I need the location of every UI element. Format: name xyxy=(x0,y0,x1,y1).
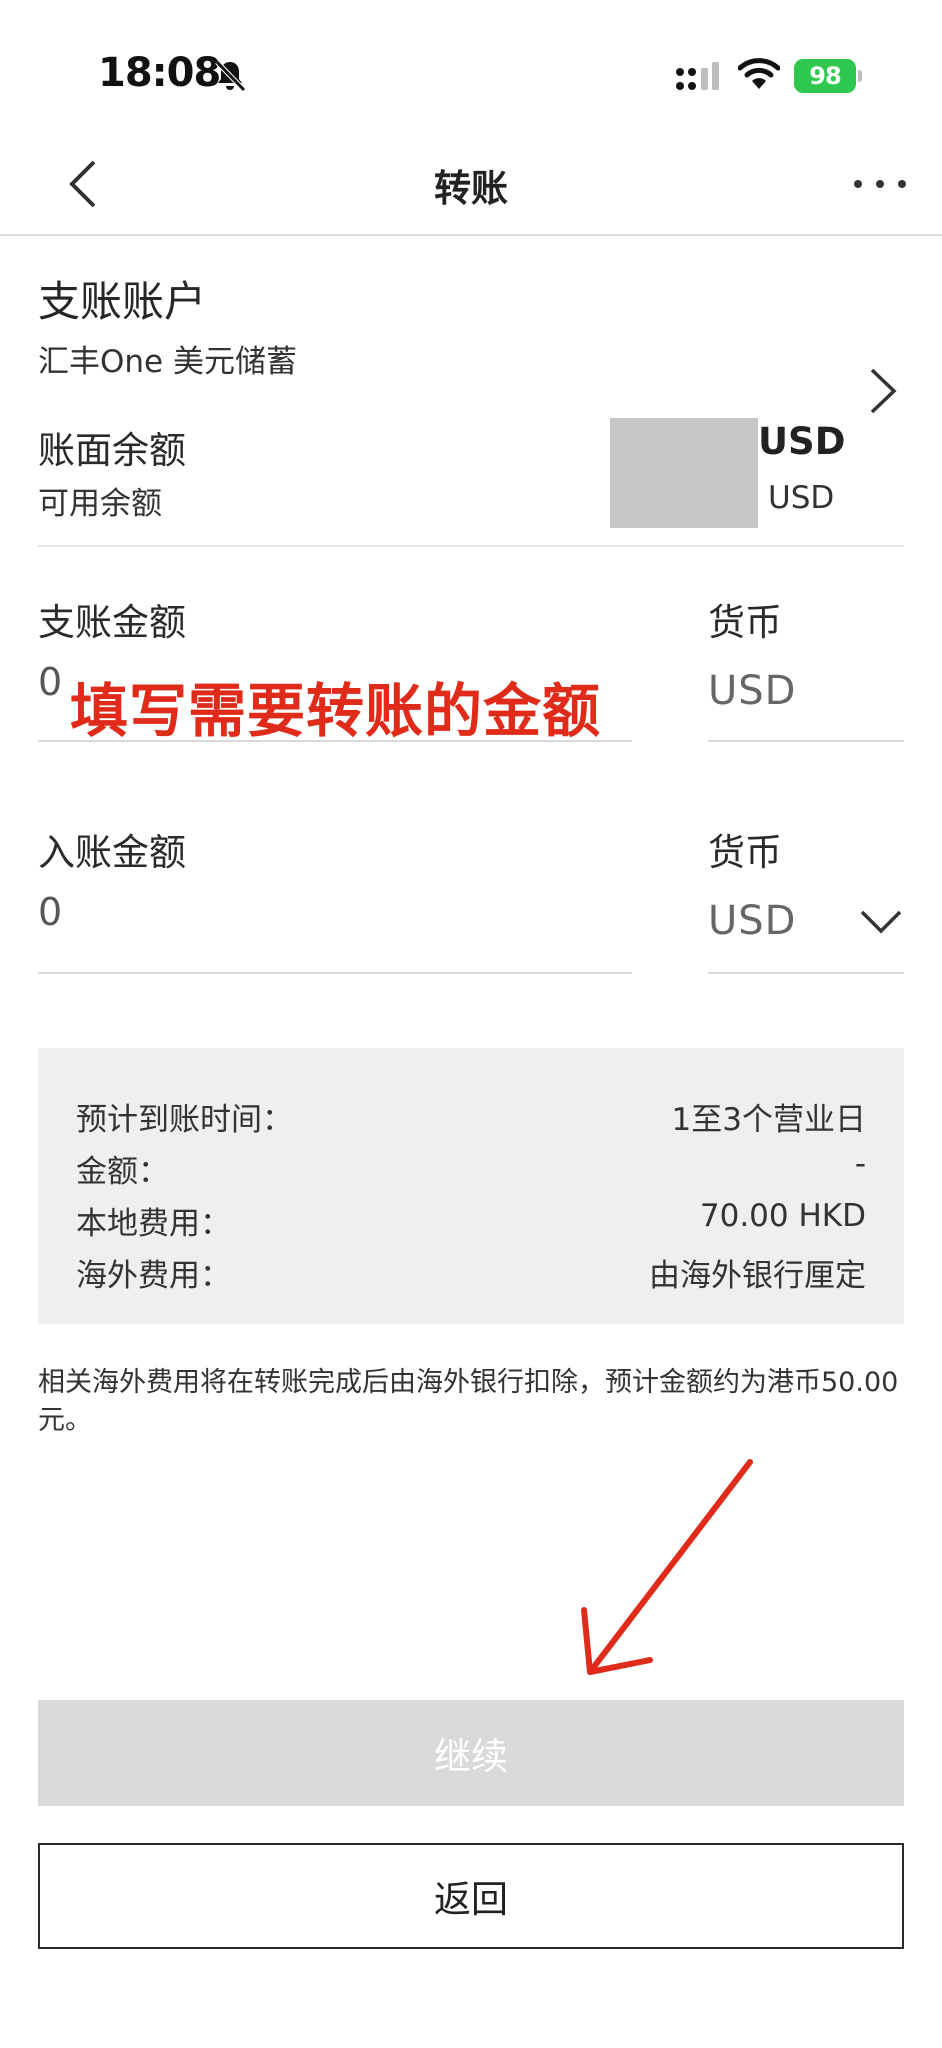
battery-tip xyxy=(858,70,862,82)
header-divider xyxy=(0,234,942,236)
credit-currency-select[interactable]: USD xyxy=(708,898,796,944)
credit-currency-label: 货币 xyxy=(708,831,782,874)
available-balance-label: 可用余额 xyxy=(38,486,162,522)
summary-value-overseas-fee: 由海外银行厘定 xyxy=(649,1258,866,1294)
summary-label-local-fee: 本地费用： xyxy=(76,1206,231,1242)
bell-muted-icon xyxy=(215,60,246,92)
debit-account-name[interactable]: 汇丰One 美元储蓄 xyxy=(38,336,297,381)
debit-amount-label: 支账金额 xyxy=(38,601,186,644)
cellular-signal-icon xyxy=(676,62,719,90)
debit-account-title: 支账账户 xyxy=(38,277,207,326)
debit-currency-value: USD xyxy=(708,668,797,714)
annotation-text: 填写需要转账的金额 xyxy=(70,677,602,745)
chevron-right-icon[interactable] xyxy=(862,364,902,418)
fee-note: 相关海外费用将在转账完成后由海外银行扣除，预计金额约为港币50.00元。 xyxy=(38,1367,899,1436)
credit-amount-underline xyxy=(38,972,632,974)
credit-currency-underline xyxy=(708,972,904,974)
summary-value-arrival: 1至3个营业日 xyxy=(671,1102,866,1138)
status-time: 18:08 xyxy=(98,50,221,96)
summary-label-amount: 金额： xyxy=(76,1154,169,1190)
page-title: 转账 xyxy=(434,167,508,210)
battery-indicator: 98 xyxy=(794,59,856,93)
debit-currency-underline xyxy=(708,740,904,742)
credit-amount-input[interactable]: 0 xyxy=(38,890,62,934)
debit-amount-input[interactable]: 0 xyxy=(38,660,62,704)
debit-currency-label: 货币 xyxy=(708,601,782,644)
summary-value-local-fee: 70.00 HKD xyxy=(699,1198,866,1234)
summary-value-amount: - xyxy=(854,1146,866,1182)
red-arrow-annotation-icon xyxy=(581,1459,753,1675)
book-balance-label: 账面余额 xyxy=(38,429,186,472)
more-icon[interactable] xyxy=(852,176,908,192)
chevron-down-icon[interactable] xyxy=(858,904,904,938)
return-button[interactable]: 返回 xyxy=(38,1843,904,1949)
wifi-icon xyxy=(738,58,780,89)
summary-label-overseas-fee: 海外费用： xyxy=(76,1258,231,1294)
credit-amount-label: 入账金额 xyxy=(38,831,186,874)
book-balance-currency: USD xyxy=(758,420,846,463)
continue-button[interactable]: 继续 xyxy=(38,1700,904,1806)
masked-balance xyxy=(610,418,758,528)
available-balance-currency: USD xyxy=(768,480,835,516)
summary-label-arrival: 预计到账时间： xyxy=(76,1102,293,1138)
account-divider xyxy=(38,545,904,547)
